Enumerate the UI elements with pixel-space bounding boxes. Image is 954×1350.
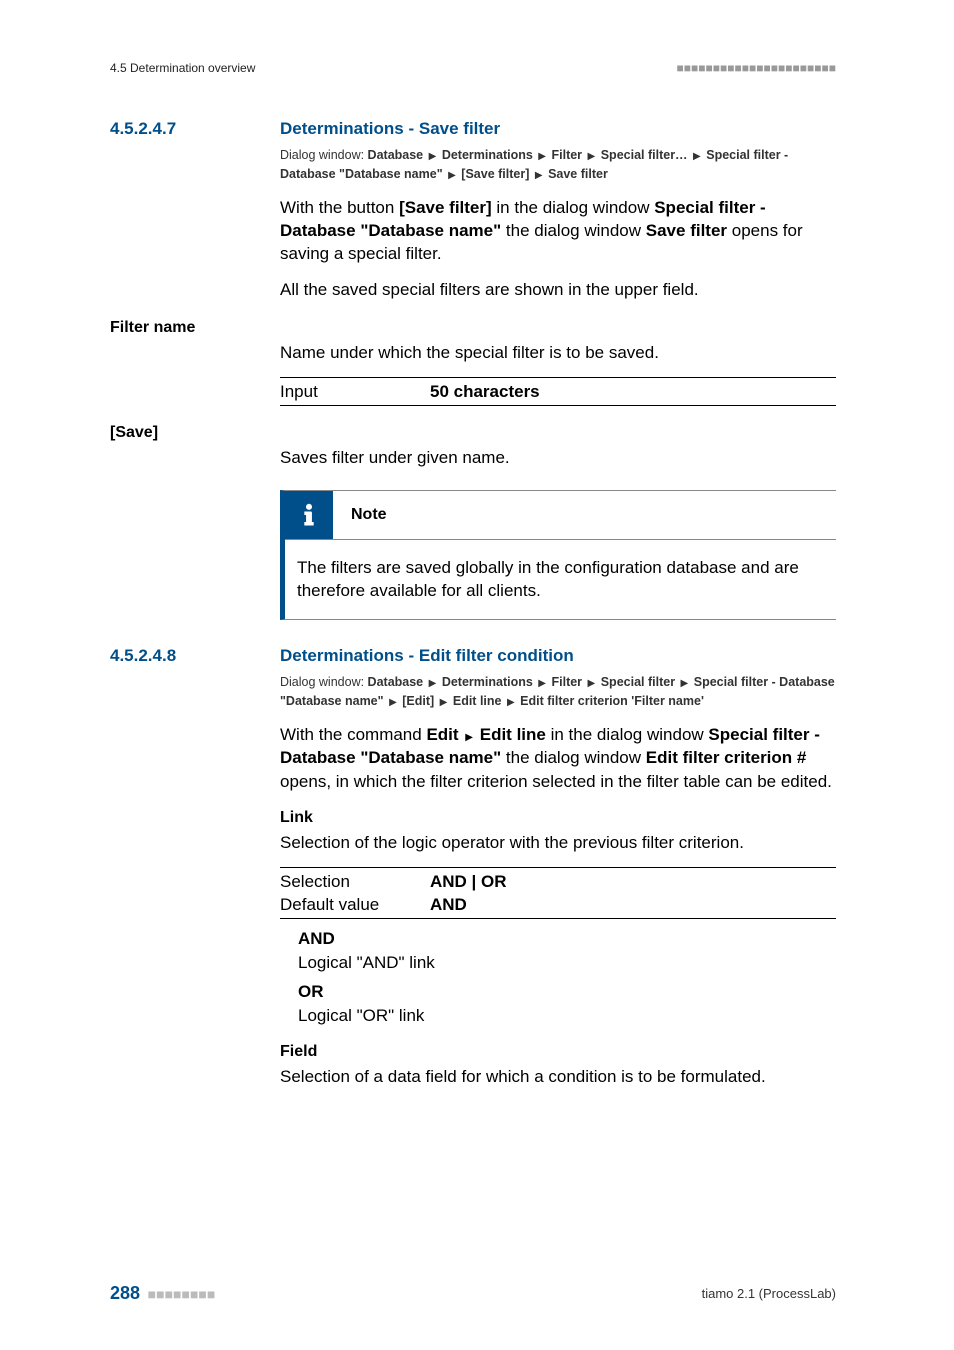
- param-row-label: Default value: [280, 893, 430, 916]
- option-description: Logical "OR" link: [298, 1004, 836, 1027]
- param-description: Name under which the special filter is t…: [280, 341, 836, 364]
- param-description: Selection of the logic operator with the…: [280, 831, 836, 854]
- header-ornament: ■■■■■■■■■■■■■■■■■■■■■■: [677, 61, 836, 75]
- info-icon: [285, 491, 333, 539]
- option-heading-or: OR: [298, 980, 836, 1003]
- param-table: Selection AND | OR Default value AND: [280, 867, 836, 920]
- running-header-left: 4.5 Determination overview: [110, 60, 255, 77]
- footer-ornament: ■■■■■■■■: [148, 1286, 216, 1302]
- body-paragraph: With the command Edit ▶ Edit line in the…: [280, 723, 836, 793]
- param-row-value: AND | OR: [430, 870, 507, 893]
- dialog-path: Dialog window: Database ▶ Determinations…: [280, 673, 836, 711]
- section-number: 4.5.2.4.8: [110, 644, 280, 667]
- param-table: Input 50 characters: [280, 377, 836, 406]
- param-row-label: Selection: [280, 870, 430, 893]
- footer-left: 288 ■■■■■■■■: [110, 1281, 215, 1306]
- section-title: Determinations - Edit filter condition: [280, 644, 574, 667]
- page-number: 288: [110, 1283, 140, 1303]
- dialog-path: Dialog window: Database ▶ Determinations…: [280, 146, 836, 184]
- note-body: The filters are saved globally in the co…: [285, 540, 836, 619]
- note-label: Note: [333, 504, 387, 526]
- option-description: Logical "AND" link: [298, 951, 836, 974]
- option-heading-and: AND: [298, 927, 836, 950]
- param-heading-filter-name: Filter name: [110, 317, 836, 339]
- body-paragraph: With the button [Save filter] in the dia…: [280, 196, 836, 266]
- footer-right: tiamo 2.1 (ProcessLab): [702, 1285, 836, 1303]
- param-row-value: AND: [430, 893, 467, 916]
- param-heading-save: [Save]: [110, 422, 836, 444]
- body-paragraph: All the saved special filters are shown …: [280, 278, 836, 301]
- param-description: Selection of a data field for which a co…: [280, 1065, 836, 1088]
- param-row-label: Input: [280, 380, 430, 403]
- param-heading-link: Link: [280, 807, 836, 829]
- section-title: Determinations - Save filter: [280, 117, 500, 140]
- section-number: 4.5.2.4.7: [110, 117, 280, 140]
- option-list: AND Logical "AND" link OR Logical "OR" l…: [298, 927, 836, 1027]
- param-heading-field: Field: [280, 1041, 836, 1063]
- param-description: Saves filter under given name.: [280, 446, 836, 469]
- param-row-value: 50 characters: [430, 380, 540, 403]
- note-box: Note The filters are saved globally in t…: [280, 490, 836, 620]
